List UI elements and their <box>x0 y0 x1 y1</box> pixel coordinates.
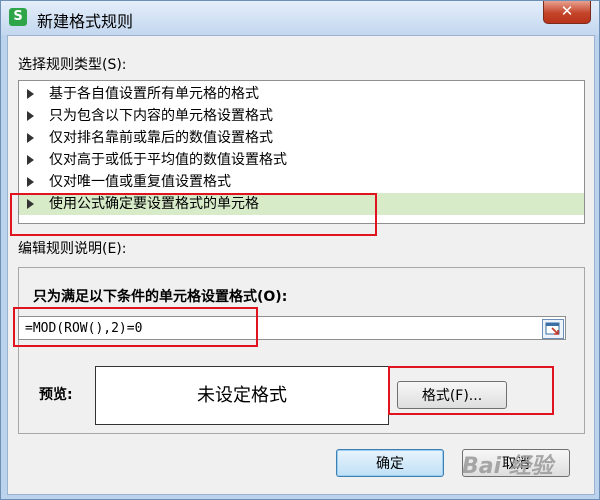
highlight-formula <box>13 307 258 347</box>
rule-type-item[interactable]: 仅对唯一值或重复值设置格式 <box>19 171 584 193</box>
expand-arrow-icon <box>27 111 34 121</box>
rule-type-label: 选择规则类型(S): <box>18 57 127 73</box>
baidu-watermark: Bai 经验 <box>462 454 553 479</box>
expand-arrow-icon <box>27 89 34 99</box>
wps-app-icon: S <box>9 8 27 26</box>
highlight-selected-rule <box>10 193 377 236</box>
dialog-title: 新建格式规则 <box>37 12 134 31</box>
expand-arrow-icon <box>27 133 34 143</box>
close-button[interactable]: ✕ <box>543 1 591 24</box>
rule-type-item[interactable]: 仅对排名靠前或靠后的数值设置格式 <box>19 127 584 149</box>
ok-button[interactable]: 确定 <box>336 449 444 477</box>
rule-type-item[interactable]: 基于各自值设置所有单元格的格式 <box>19 83 584 105</box>
dialog-body: 选择规则类型(S): 基于各自值设置所有单元格的格式 只为包含以下内容的单元格设… <box>7 35 595 495</box>
formula-condition-label: 只为满足以下条件的单元格设置格式(O): <box>33 289 288 305</box>
collapse-dialog-icon[interactable] <box>542 319 564 339</box>
title-bar[interactable]: S 新建格式规则 ✕ <box>1 1 599 35</box>
edit-rule-description-label: 编辑规则说明(E): <box>18 241 127 257</box>
rule-type-item[interactable]: 只为包含以下内容的单元格设置格式 <box>19 105 584 127</box>
highlight-format-button <box>388 366 554 415</box>
expand-arrow-icon <box>27 155 34 165</box>
preview-box: 未设定格式 <box>95 366 389 425</box>
new-format-rule-dialog: S 新建格式规则 ✕ 选择规则类型(S): 基于各自值设置所有单元格的格式 只为… <box>0 0 600 500</box>
preview-label: 预览: <box>39 387 73 403</box>
expand-arrow-icon <box>27 177 34 187</box>
rule-type-item[interactable]: 仅对高于或低于平均值的数值设置格式 <box>19 149 584 171</box>
